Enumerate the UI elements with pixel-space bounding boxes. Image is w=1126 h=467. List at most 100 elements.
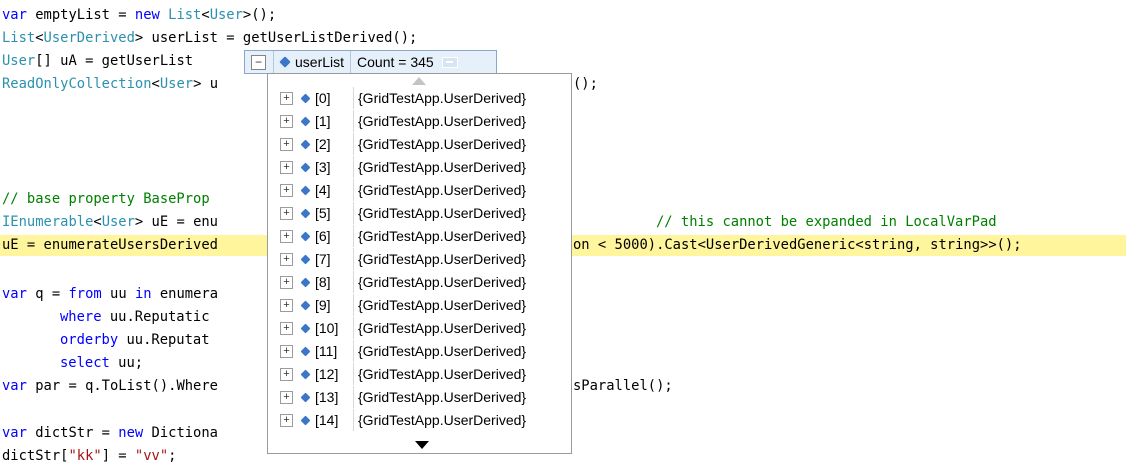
list-item[interactable]: + [9] {GridTestApp.UserDerived} xyxy=(268,294,571,316)
item-value[interactable]: {GridTestApp.UserDerived} xyxy=(358,320,526,336)
item-value[interactable]: {GridTestApp.UserDerived} xyxy=(358,159,526,175)
list-item[interactable]: + [3] {GridTestApp.UserDerived} xyxy=(268,156,571,178)
code-line-12: var par = q.ToList().Where xyxy=(2,376,218,397)
item-value[interactable]: {GridTestApp.UserDerived} xyxy=(358,343,526,359)
expand-icon[interactable]: + xyxy=(280,137,293,151)
variable-icon xyxy=(300,208,311,218)
code-line-5: // base property BaseProp xyxy=(2,189,218,210)
datatip[interactable]: − userList Count = 345 xyxy=(244,50,497,74)
item-value[interactable]: {GridTestApp.UserDerived} xyxy=(358,412,526,428)
list-item[interactable]: + [1] {GridTestApp.UserDerived} xyxy=(268,110,571,132)
item-value[interactable]: {GridTestApp.UserDerived} xyxy=(358,366,526,382)
datatip-expansion-list[interactable]: + [0] {GridTestApp.UserDerived} + [1] {GridTe… xyxy=(267,73,572,454)
expand-icon[interactable]: + xyxy=(280,367,293,381)
item-index: [6] xyxy=(315,228,331,244)
code-text: on < 5000).Cast<UserDerivedGeneric<strin… xyxy=(573,237,1022,253)
code-text: < xyxy=(93,214,102,230)
keyword: from xyxy=(68,286,102,302)
item-index: [2] xyxy=(315,136,331,152)
code-text: dictStr = xyxy=(26,425,119,441)
list-item[interactable]: + [10] {GridTestApp.UserDerived} xyxy=(268,317,571,339)
variable-icon xyxy=(300,415,311,425)
list-item[interactable]: + [7] {GridTestApp.UserDerived} xyxy=(268,248,571,270)
type-name: UserDerived xyxy=(43,30,135,46)
datatip-variable-name: userList xyxy=(295,54,345,70)
divider xyxy=(353,133,354,155)
code-text: q = xyxy=(26,286,69,302)
item-index: [1] xyxy=(315,113,331,129)
item-index: [3] xyxy=(315,159,331,175)
divider xyxy=(353,87,354,109)
divider xyxy=(353,179,354,201)
code-text: [] uA = getUserList xyxy=(35,53,194,69)
expand-icon[interactable]: + xyxy=(280,321,293,335)
item-index: [14] xyxy=(315,412,339,428)
item-index: [4] xyxy=(315,182,331,198)
code-text: < xyxy=(151,76,160,92)
expand-icon[interactable]: + xyxy=(280,252,293,266)
list-item[interactable]: + [2] {GridTestApp.UserDerived} xyxy=(268,133,571,155)
expand-icon[interactable]: + xyxy=(280,183,293,197)
datatip-value[interactable]: Count = 345 xyxy=(357,54,434,70)
item-value[interactable]: {GridTestApp.UserDerived} xyxy=(358,113,526,129)
divider xyxy=(353,386,354,408)
item-index: [9] xyxy=(315,297,331,313)
divider xyxy=(353,110,354,132)
divider xyxy=(273,51,274,73)
keyword: new xyxy=(134,7,160,23)
expand-icon[interactable]: + xyxy=(280,91,293,105)
divider xyxy=(353,248,354,270)
variable-icon xyxy=(300,300,311,310)
list-item[interactable]: + [12] {GridTestApp.UserDerived} xyxy=(268,363,571,385)
code-text: > uE = enu xyxy=(134,214,218,230)
pin-icon[interactable] xyxy=(441,56,458,68)
expand-icon[interactable]: + xyxy=(280,413,293,427)
list-item[interactable]: + [4] {GridTestApp.UserDerived} xyxy=(268,179,571,201)
item-index: [7] xyxy=(315,251,331,267)
divider xyxy=(353,363,354,385)
expand-icon[interactable]: + xyxy=(280,298,293,312)
scroll-up-icon[interactable] xyxy=(412,77,426,85)
expand-icon[interactable]: + xyxy=(280,160,293,174)
item-value[interactable]: {GridTestApp.UserDerived} xyxy=(358,228,526,244)
type-name: List xyxy=(2,30,36,46)
divider xyxy=(353,409,354,431)
code-line-11: select uu; xyxy=(60,353,143,374)
code-line-10: orderby uu.Reputat xyxy=(60,330,210,351)
expand-icon[interactable]: + xyxy=(280,206,293,220)
list-item[interactable]: + [13] {GridTestApp.UserDerived} xyxy=(268,386,571,408)
list-item[interactable]: + [14] {GridTestApp.UserDerived} xyxy=(268,409,571,431)
keyword: var xyxy=(2,425,27,441)
item-value[interactable]: {GridTestApp.UserDerived} xyxy=(358,251,526,267)
code-line-6: IEnumerable<User> uE = enu xyxy=(2,212,218,233)
scroll-down-icon[interactable] xyxy=(415,441,429,449)
item-value[interactable]: {GridTestApp.UserDerived} xyxy=(358,274,526,290)
divider xyxy=(353,225,354,247)
code-text: dictStr[ xyxy=(2,448,69,464)
collapse-icon[interactable]: − xyxy=(251,54,266,70)
divider xyxy=(353,156,354,178)
comment: // base property BaseProp xyxy=(2,191,218,207)
expand-icon[interactable]: + xyxy=(280,229,293,243)
list-item[interactable]: + [8] {GridTestApp.UserDerived} xyxy=(268,271,571,293)
list-item[interactable]: + [0] {GridTestApp.UserDerived} xyxy=(268,87,571,109)
code-text: sParallel(); xyxy=(573,378,673,394)
expand-icon[interactable]: + xyxy=(280,275,293,289)
expand-icon[interactable]: + xyxy=(280,114,293,128)
code-text: > u xyxy=(193,76,218,92)
item-value[interactable]: {GridTestApp.UserDerived} xyxy=(358,136,526,152)
list-item[interactable]: + [6] {GridTestApp.UserDerived} xyxy=(268,225,571,247)
code-text: uu xyxy=(101,286,135,302)
item-value[interactable]: {GridTestApp.UserDerived} xyxy=(358,389,526,405)
code-line-2: List<UserDerived> userList = getUserList… xyxy=(2,28,417,49)
expand-icon[interactable]: + xyxy=(280,344,293,358)
item-value[interactable]: {GridTestApp.UserDerived} xyxy=(358,205,526,221)
list-item[interactable]: + [11] {GridTestApp.UserDerived} xyxy=(268,340,571,362)
item-value[interactable]: {GridTestApp.UserDerived} xyxy=(358,182,526,198)
item-value[interactable]: {GridTestApp.UserDerived} xyxy=(358,297,526,313)
list-item[interactable]: + [5] {GridTestApp.UserDerived} xyxy=(268,202,571,224)
expand-icon[interactable]: + xyxy=(280,390,293,404)
code-text: uu.Reputatic xyxy=(101,309,210,325)
item-value[interactable]: {GridTestApp.UserDerived} xyxy=(358,90,526,106)
